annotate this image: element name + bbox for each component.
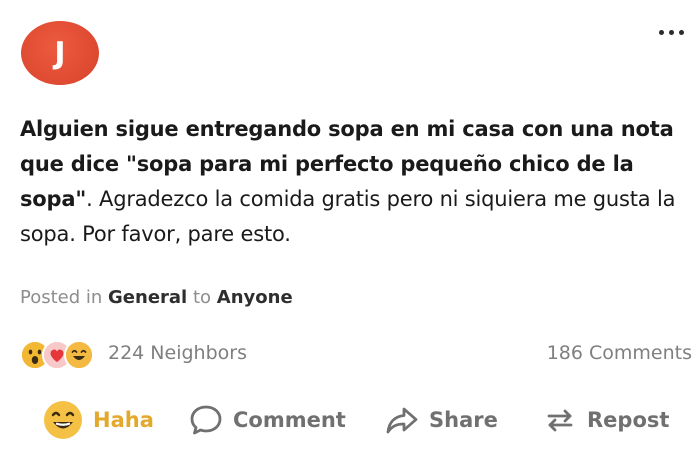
- audience-link[interactable]: Anyone: [217, 287, 293, 308]
- haha-label: Haha: [93, 408, 154, 432]
- post-body-rest: . Agradezco la comida gratis pero ni siq…: [20, 187, 676, 246]
- haha-emoji-icon: [44, 401, 82, 439]
- repost-arrows-icon: [547, 409, 573, 432]
- post-card: J Alguien sigue entregando sopa en mi ca…: [0, 0, 700, 453]
- avatar[interactable]: J: [21, 21, 99, 85]
- neighbors-count[interactable]: 224 Neighbors: [108, 342, 247, 364]
- posted-in-text: Posted in: [20, 287, 103, 308]
- to-text: to: [192, 287, 212, 308]
- avatar-letter: J: [54, 35, 66, 71]
- post-meta: Posted in General to Anyone: [20, 287, 293, 308]
- more-options-icon[interactable]: [655, 26, 688, 39]
- comment-label: Comment: [233, 408, 346, 432]
- share-arrow-icon: [386, 407, 418, 434]
- share-button[interactable]: Share: [384, 395, 498, 445]
- repost-label: Repost: [587, 408, 670, 432]
- haha-button[interactable]: Haha: [42, 395, 154, 445]
- post-body: Alguien sigue entregando sopa en mi casa…: [20, 112, 680, 252]
- action-bar: Haha Comment Share Repost: [0, 395, 700, 445]
- haha-emoji-icon: [64, 340, 94, 370]
- reaction-icons[interactable]: [20, 340, 94, 370]
- comment-button[interactable]: Comment: [188, 395, 346, 445]
- category-link[interactable]: General: [108, 287, 187, 308]
- repost-button[interactable]: Repost: [542, 395, 669, 445]
- comments-count[interactable]: 186 Comments: [547, 342, 692, 364]
- share-label: Share: [429, 408, 498, 432]
- comment-bubble-icon: [190, 405, 222, 435]
